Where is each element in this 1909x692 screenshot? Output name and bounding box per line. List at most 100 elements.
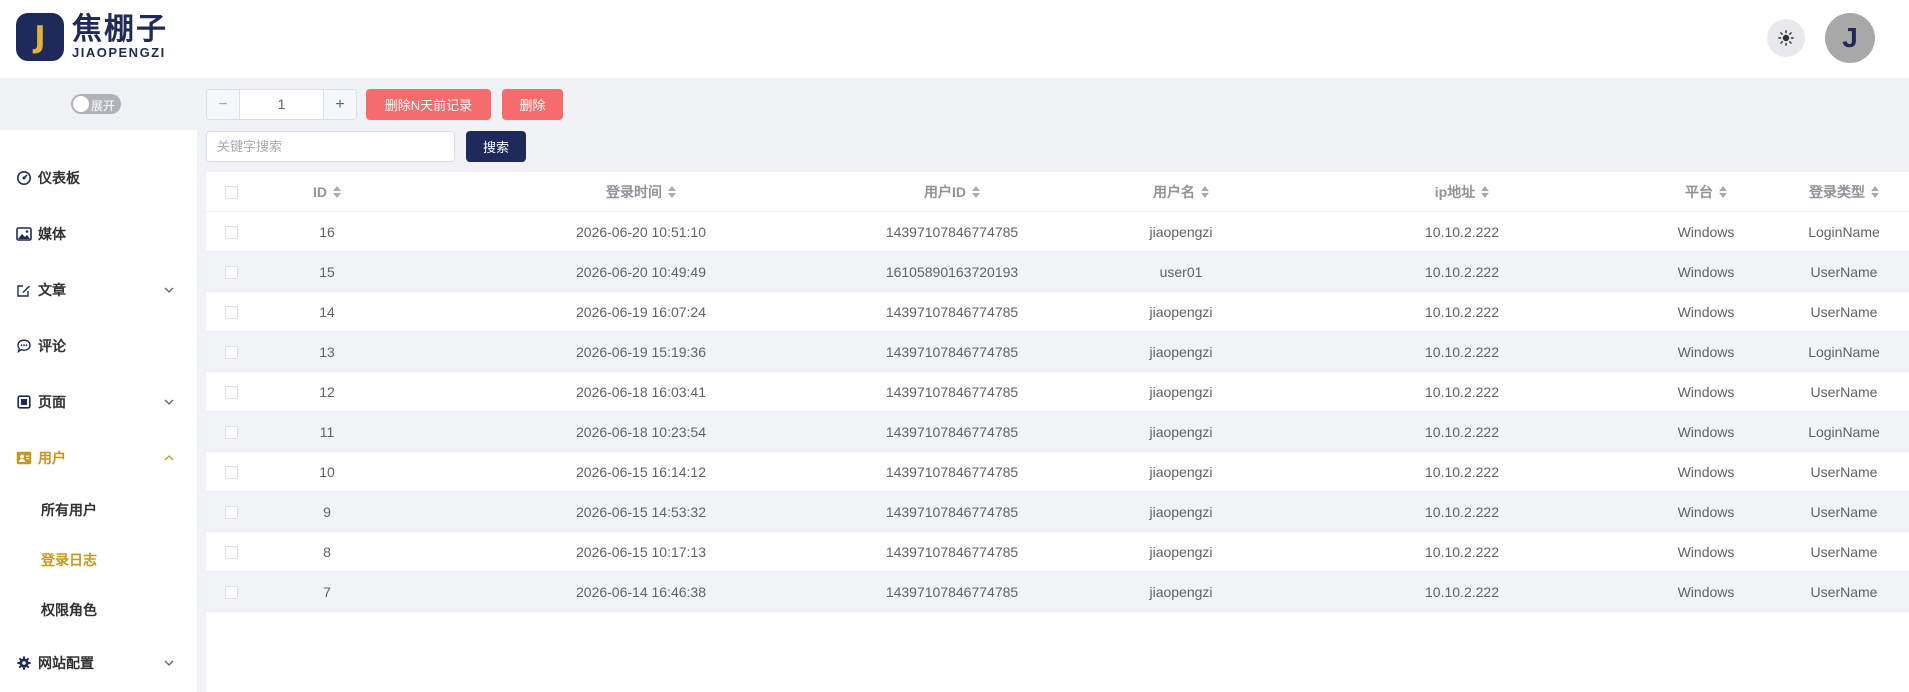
table-row[interactable]: 14 2026-06-19 16:07:24 14397107846774785… — [206, 292, 1909, 332]
sidebar-subitem-all-users[interactable]: 所有用户 — [0, 490, 197, 530]
row-checkbox[interactable] — [225, 586, 238, 599]
logo[interactable]: J 焦棚子 JIAOPENGZI — [16, 13, 168, 61]
login-log-table: ID 登录时间 用户ID 用户名 ip地址 平台 登录类型 16 2026-06… — [206, 172, 1909, 692]
table-row[interactable]: 11 2026-06-18 10:23:54 14397107846774785… — [206, 412, 1909, 452]
select-all-checkbox[interactable] — [225, 186, 238, 199]
search-input[interactable]: 关键字搜索 — [206, 131, 455, 162]
table-row[interactable]: 10 2026-06-15 16:14:12 14397107846774785… — [206, 452, 1909, 492]
cell-ip: 10.10.2.222 — [1425, 264, 1499, 280]
theme-toggle-button[interactable] — [1767, 19, 1805, 57]
column-header-login-type[interactable]: 登录类型 — [1779, 172, 1909, 212]
cell-user-id: 14397107846774785 — [885, 464, 1019, 480]
sort-icon[interactable] — [972, 186, 980, 199]
switch-label: 展开 — [91, 99, 116, 113]
table-row[interactable]: 16 2026-06-20 10:51:10 14397107846774785… — [206, 212, 1909, 252]
cell-platform: Windows — [1677, 264, 1735, 280]
cell-login-type: UserName — [1810, 504, 1878, 520]
cell-username: jiaopengzi — [1149, 384, 1213, 400]
cell-platform: Windows — [1677, 344, 1735, 360]
sidebar-expand-switch[interactable]: 展开 — [71, 94, 121, 114]
row-checkbox[interactable] — [225, 386, 238, 399]
sidebar-item-users[interactable]: 用户 — [0, 438, 197, 478]
table-row[interactable]: 15 2026-06-20 10:49:49 16105890163720193… — [206, 252, 1909, 292]
table-row[interactable]: 8 2026-06-15 10:17:13 14397107846774785 … — [206, 532, 1909, 572]
top-header: J 焦棚子 JIAOPENGZI J — [0, 0, 1909, 78]
sidebar-item-label: 媒体 — [38, 226, 66, 242]
chevron-up-icon — [164, 455, 174, 461]
cell-login-type: UserName — [1810, 544, 1878, 560]
cell-user-id: 14397107846774785 — [885, 504, 1019, 520]
cell-platform: Windows — [1677, 224, 1735, 240]
row-checkbox[interactable] — [225, 346, 238, 359]
cell-platform: Windows — [1677, 584, 1735, 600]
sidebar-subitem-login-log[interactable]: 登录日志 — [0, 540, 197, 580]
logo-cn-text: 焦棚子 — [72, 12, 168, 47]
cell-ip: 10.10.2.222 — [1425, 384, 1499, 400]
days-stepper[interactable]: − 1 + — [206, 89, 357, 120]
sort-icon[interactable] — [1201, 186, 1209, 199]
cell-id: 12 — [319, 384, 335, 400]
column-header-user-id[interactable]: 用户ID — [852, 172, 1052, 212]
sidebar-item-pages[interactable]: 页面 — [0, 382, 197, 422]
sidebar-item-label: 页面 — [38, 394, 66, 410]
search-button[interactable]: 搜索 — [466, 131, 526, 162]
logo-en-text: JIAOPENGZI — [72, 45, 166, 60]
cell-user-id: 14397107846774785 — [885, 344, 1019, 360]
sidebar-subitem-label: 所有用户 — [41, 502, 97, 518]
cell-ip: 10.10.2.222 — [1425, 584, 1499, 600]
table-header: ID 登录时间 用户ID 用户名 ip地址 平台 登录类型 — [206, 172, 1909, 212]
sort-icon[interactable] — [1871, 186, 1879, 199]
cell-login-type: UserName — [1810, 264, 1878, 280]
cell-user-id: 14397107846774785 — [885, 384, 1019, 400]
sort-icon[interactable] — [668, 186, 676, 199]
table-row[interactable]: 7 2026-06-14 16:46:38 14397107846774785 … — [206, 572, 1909, 612]
cell-platform: Windows — [1677, 304, 1735, 320]
sidebar-subitem-label: 权限角色 — [41, 602, 97, 618]
chevron-down-icon — [164, 399, 174, 405]
column-header-ip[interactable]: ip地址 — [1362, 172, 1562, 212]
row-checkbox[interactable] — [225, 226, 238, 239]
cell-id: 14 — [319, 304, 335, 320]
cell-id: 15 — [319, 264, 335, 280]
sidebar-item-dashboard[interactable]: 仪表板 — [0, 158, 197, 198]
sort-icon[interactable] — [333, 186, 341, 199]
sidebar-item-label: 用户 — [38, 450, 66, 466]
table-row[interactable]: 13 2026-06-19 15:19:36 14397107846774785… — [206, 332, 1909, 372]
cell-login-time: 2026-06-20 10:51:10 — [576, 224, 706, 240]
cell-login-time: 2026-06-20 10:49:49 — [576, 264, 706, 280]
sidebar-item-media[interactable]: 媒体 — [0, 214, 197, 254]
sidebar-item-site-config[interactable]: 网站配置 — [0, 643, 197, 683]
stepper-decrease-button[interactable]: − — [207, 90, 240, 119]
cell-username: jiaopengzi — [1149, 544, 1213, 560]
row-checkbox[interactable] — [225, 426, 238, 439]
column-header-login-time[interactable]: 登录时间 — [541, 172, 741, 212]
row-checkbox[interactable] — [225, 546, 238, 559]
column-header-label: ID — [313, 184, 327, 200]
row-checkbox[interactable] — [225, 306, 238, 319]
sidebar-item-articles[interactable]: 文章 — [0, 270, 197, 310]
chevron-down-icon — [164, 660, 174, 666]
row-checkbox[interactable] — [225, 466, 238, 479]
table-row[interactable]: 12 2026-06-18 16:03:41 14397107846774785… — [206, 372, 1909, 412]
sidebar-collapse-area: 展开 — [0, 78, 197, 130]
avatar[interactable]: J — [1825, 13, 1875, 63]
row-checkbox[interactable] — [225, 266, 238, 279]
dashboard-icon — [16, 170, 32, 186]
delete-old-records-button[interactable]: 删除N天前记录 — [366, 89, 491, 120]
row-checkbox[interactable] — [225, 506, 238, 519]
sidebar-subitem-roles[interactable]: 权限角色 — [0, 590, 197, 630]
sidebar-item-comments[interactable]: 评论 — [0, 326, 197, 366]
column-header-platform[interactable]: 平台 — [1606, 172, 1806, 212]
table-row[interactable]: 9 2026-06-15 14:53:32 14397107846774785 … — [206, 492, 1909, 532]
cell-username: jiaopengzi — [1149, 424, 1213, 440]
cell-ip: 10.10.2.222 — [1425, 424, 1499, 440]
column-header-label: ip地址 — [1434, 184, 1476, 200]
sort-icon[interactable] — [1481, 186, 1490, 199]
column-header-username[interactable]: 用户名 — [1081, 172, 1281, 212]
stepper-value[interactable]: 1 — [240, 90, 323, 119]
delete-button[interactable]: 删除 — [502, 89, 563, 120]
cell-id: 16 — [319, 224, 335, 240]
column-header-id[interactable]: ID — [286, 172, 368, 212]
stepper-increase-button[interactable]: + — [323, 90, 356, 119]
sort-icon[interactable] — [1719, 186, 1727, 199]
